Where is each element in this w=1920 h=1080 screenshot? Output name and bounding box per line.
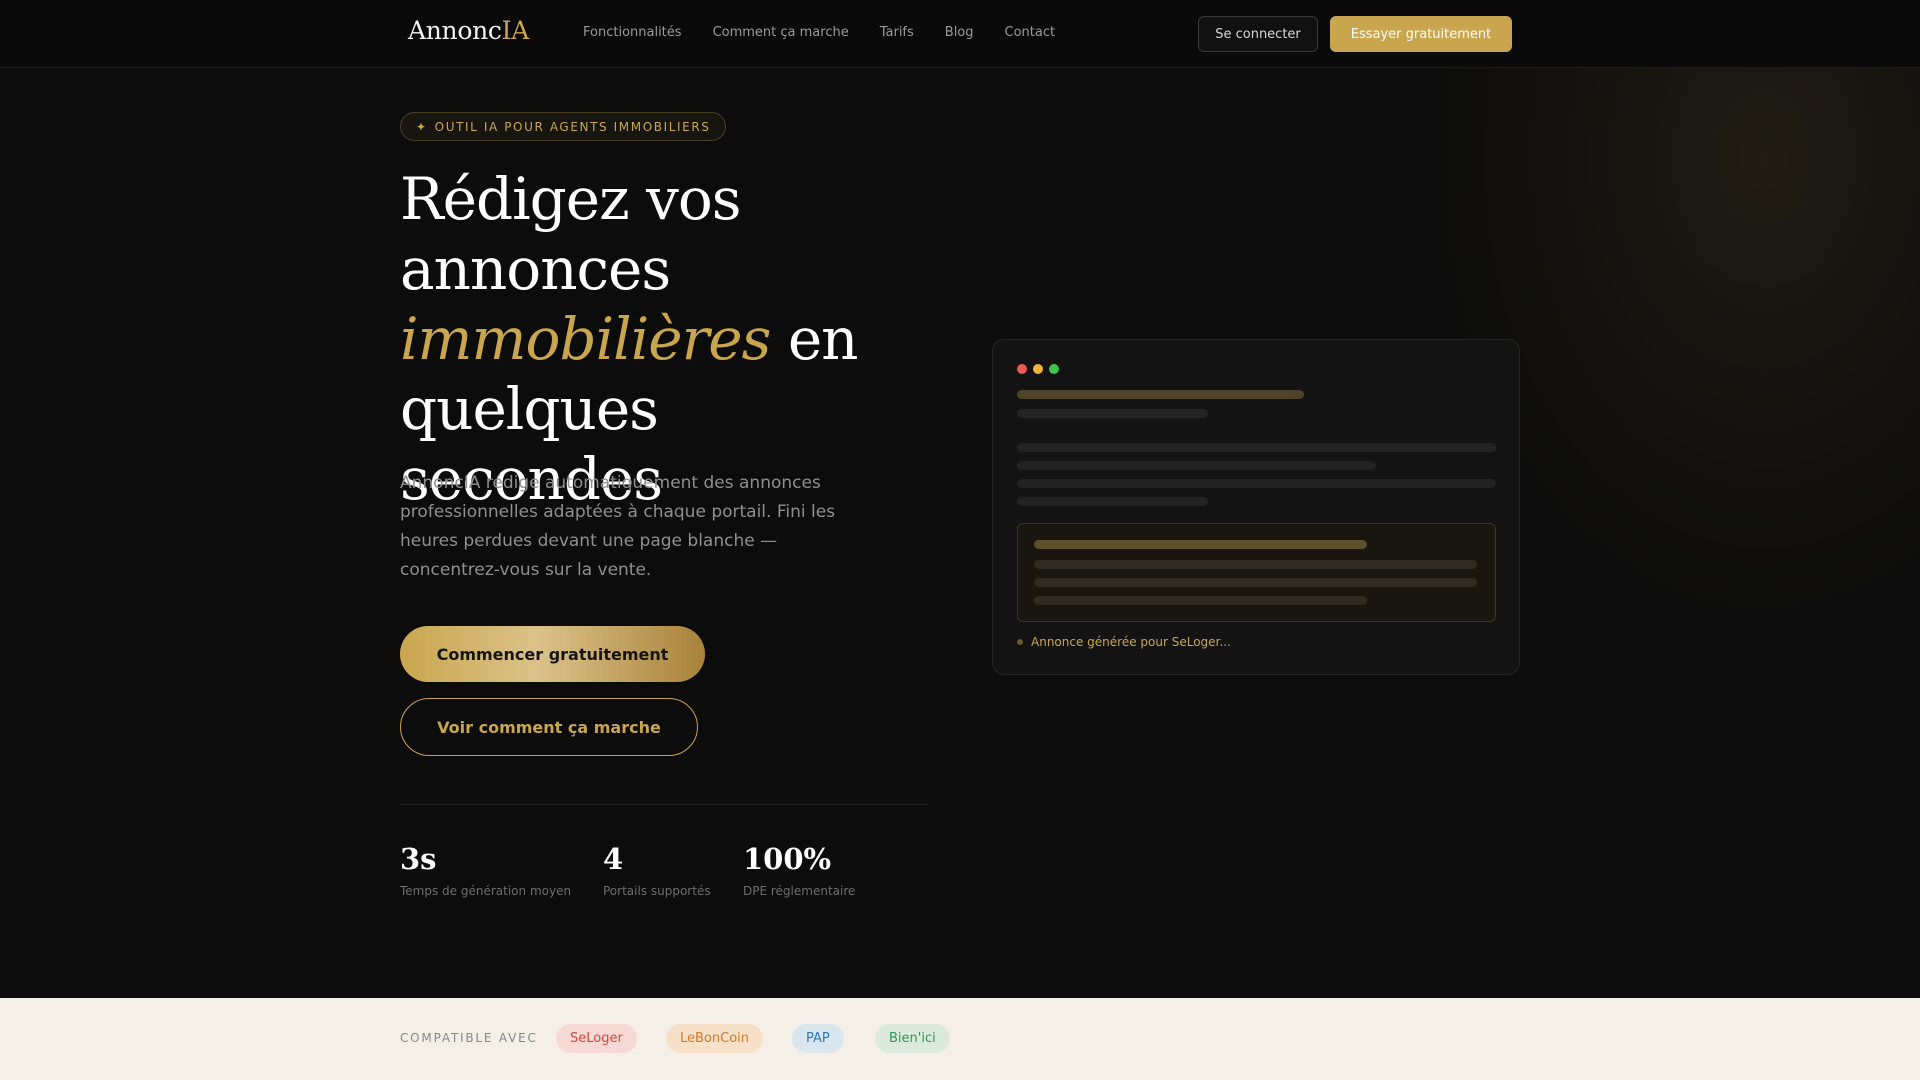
nav-links: Fonctionnalités Comment ça marche Tarifs… xyxy=(583,25,1086,40)
stat-label: Portails supportés xyxy=(603,884,711,898)
hero-badge-label: OUTIL IA POUR AGENTS IMMOBILIERS xyxy=(434,119,711,134)
stat-portals: 4 Portails supportés xyxy=(603,842,711,898)
placeholder-text-line xyxy=(1034,560,1477,569)
nav-link-features[interactable]: Fonctionnalités xyxy=(583,25,682,40)
logo[interactable]: AnnoncIA xyxy=(408,16,529,45)
stat-value: 4 xyxy=(603,842,624,876)
start-free-button[interactable]: Commencer gratuitement xyxy=(400,626,705,682)
window-close-dot xyxy=(1017,364,1027,374)
stat-generation-time: 3s Temps de génération moyen xyxy=(400,842,571,898)
placeholder-title-bar xyxy=(1034,540,1367,549)
stat-label: DPE réglementaire xyxy=(743,884,856,898)
login-button[interactable]: Se connecter xyxy=(1198,16,1318,52)
window-minimize-dot xyxy=(1033,364,1043,374)
nav-link-pricing[interactable]: Tarifs xyxy=(880,25,914,40)
nav-link-how-it-works[interactable]: Comment ça marche xyxy=(713,25,849,40)
logo-main: Annonc xyxy=(408,16,502,45)
portal-badge-pap: PAP xyxy=(792,1024,844,1053)
portal-badge-leboncoin: LeBonCoin xyxy=(666,1024,764,1053)
compatibility-label: COMPATIBLE AVEC xyxy=(400,1031,538,1045)
hero-title-line2: annonces xyxy=(400,235,671,303)
portal-badge-seloger: SeLoger xyxy=(556,1024,637,1053)
hero-title-after-accent: en xyxy=(770,305,859,373)
placeholder-text-line xyxy=(1034,578,1477,587)
see-how-button[interactable]: Voir comment ça marche xyxy=(400,698,698,756)
hero-description: AnnoncIA rédige automatiquement des anno… xyxy=(400,473,836,580)
nav-link-blog[interactable]: Blog xyxy=(945,25,974,40)
compatibility-bar: COMPATIBLE AVEC SeLoger LeBonCoin PAP Bi… xyxy=(0,998,1920,1080)
placeholder-text-line xyxy=(1017,443,1496,452)
stat-label: Temps de génération moyen xyxy=(400,884,572,898)
hero-title-accent: immobilières xyxy=(400,305,771,373)
placeholder-text-line xyxy=(1017,497,1208,506)
sparkle-icon: ✦ xyxy=(416,119,428,134)
hero-title-line1: Rédigez vos xyxy=(400,165,742,233)
stat-value: 100% xyxy=(743,842,832,876)
nav-link-contact[interactable]: Contact xyxy=(1005,25,1056,40)
portal-badge-bienici: Bien'ici xyxy=(875,1024,950,1053)
generated-listing-box xyxy=(1017,523,1496,622)
placeholder-text-line xyxy=(1017,461,1376,470)
stat-value: 3s xyxy=(400,842,437,876)
status-dot-icon xyxy=(1017,639,1023,645)
hero-badge: ✦ OUTIL IA POUR AGENTS IMMOBILIERS xyxy=(400,112,727,141)
hero-title: Rédigez vos annonces immobilières en que… xyxy=(400,164,920,514)
try-free-button[interactable]: Essayer gratuitement xyxy=(1330,16,1512,52)
placeholder-title-bar xyxy=(1017,390,1304,399)
top-navbar: AnnoncIA Fonctionnalités Comment ça marc… xyxy=(0,0,1920,68)
stat-dpe: 100% DPE réglementaire xyxy=(743,842,855,898)
stats-divider xyxy=(400,804,928,805)
generation-status: Annonce générée pour SeLoger... xyxy=(1017,635,1231,649)
placeholder-subtitle-bar xyxy=(1017,409,1208,418)
generation-status-text: Annonce générée pour SeLoger... xyxy=(1031,635,1231,649)
placeholder-text-line xyxy=(1017,479,1496,488)
logo-accent: IA xyxy=(501,16,530,45)
window-maximize-dot xyxy=(1049,364,1059,374)
placeholder-text-line xyxy=(1034,596,1367,605)
app-preview-mockup: Annonce générée pour SeLoger... xyxy=(992,339,1520,675)
